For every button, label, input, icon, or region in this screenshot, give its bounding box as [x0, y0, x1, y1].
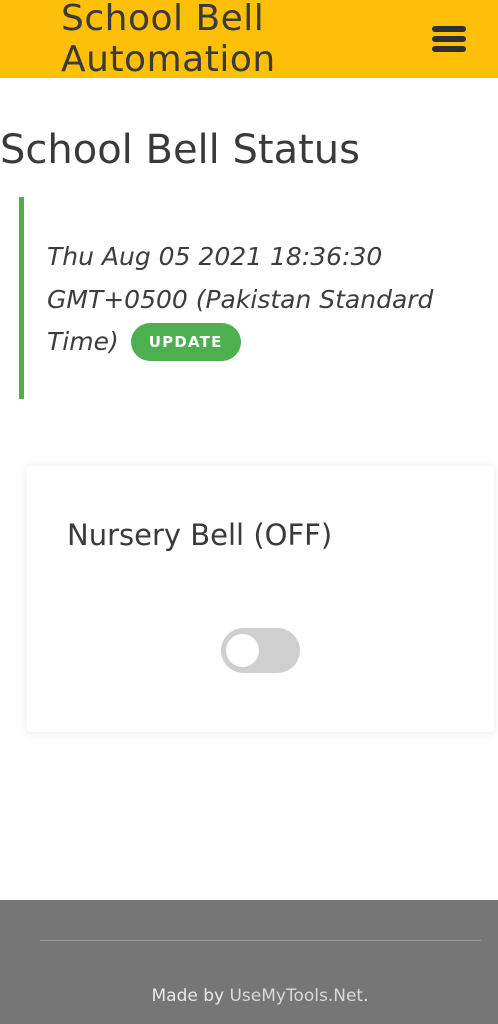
- footer-credit: Made by UseMyTools.Net.: [0, 984, 498, 1008]
- update-button[interactable]: UPDATE: [130, 323, 241, 361]
- menu-bar-top: [432, 26, 466, 32]
- menu-bar-middle: [432, 36, 466, 42]
- brand-line-2: Automation: [61, 39, 276, 80]
- toggle-knob: [226, 634, 259, 667]
- page-title: School Bell Status: [0, 127, 360, 173]
- menu-bar-bottom: [432, 46, 466, 52]
- bell-card: Nursery Bell (OFF): [27, 466, 494, 732]
- brand-line-1: School Bell: [61, 0, 265, 39]
- footer-suffix: .: [363, 986, 369, 1006]
- brand-title[interactable]: School Bell Automation: [61, 0, 361, 80]
- footer-divider: [40, 940, 481, 941]
- datetime-status-block: Thu Aug 05 2021 18:36:30 GMT+0500 (Pakis…: [19, 197, 464, 399]
- footer-made-by: Made by: [151, 986, 230, 1006]
- page-footer: Made by UseMyTools.Net.: [0, 900, 498, 1024]
- app-header: School Bell Automation: [0, 0, 498, 80]
- datetime-display: Thu Aug 05 2021 18:36:30 GMT+0500 (Pakis…: [47, 236, 452, 364]
- footer-link[interactable]: UseMyTools.Net: [229, 986, 363, 1006]
- hamburger-menu-icon[interactable]: [432, 26, 466, 52]
- bell-title: Nursery Bell (OFF): [67, 518, 333, 552]
- bell-toggle[interactable]: [221, 628, 300, 673]
